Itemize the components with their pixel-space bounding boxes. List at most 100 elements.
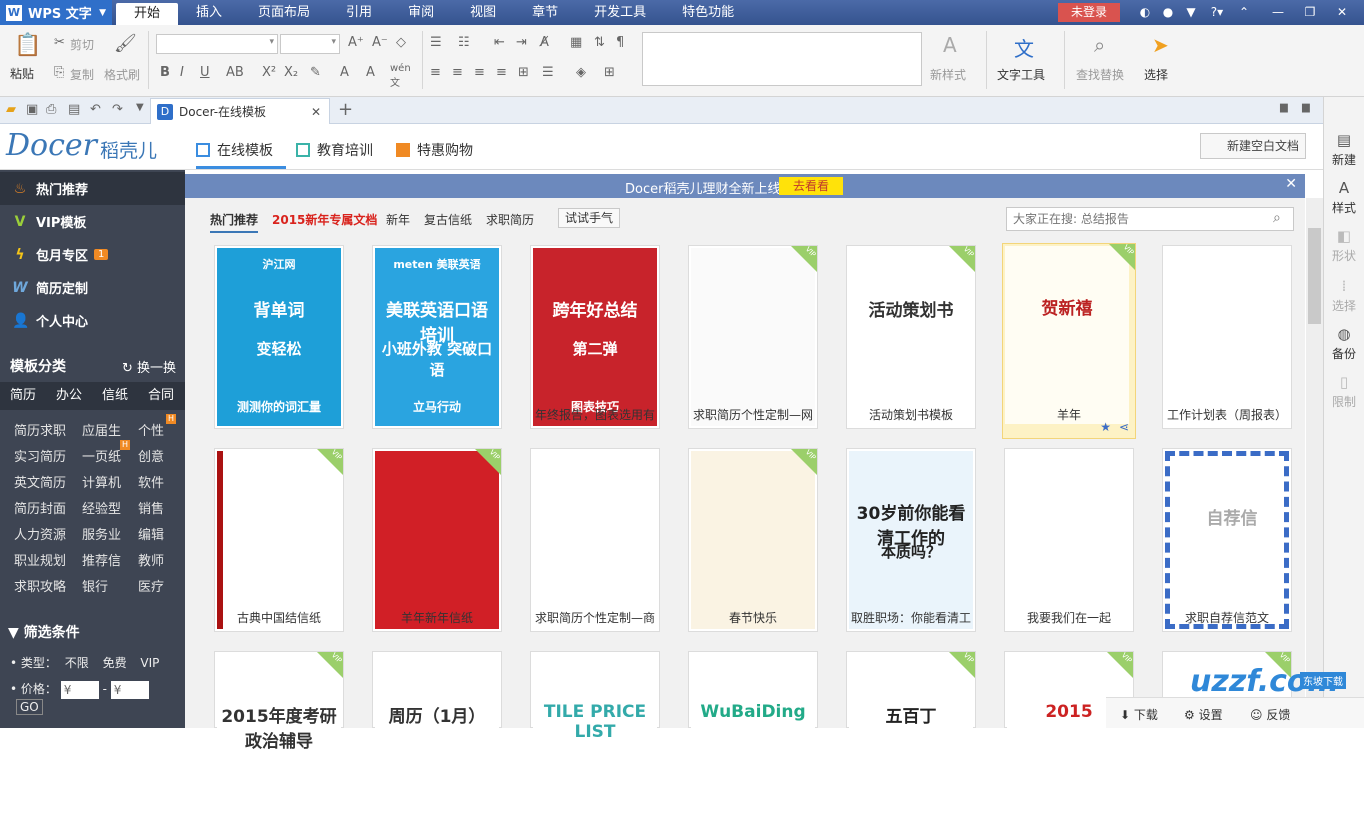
folder-icon[interactable]: ▰ (6, 102, 16, 117)
numbering-icon[interactable]: ☷ (458, 35, 470, 50)
filter-free[interactable]: 免费 (103, 656, 127, 670)
paste-icon[interactable]: 📋 (14, 33, 41, 58)
settings-button[interactable]: ⚙ 设置 (1184, 706, 1223, 723)
new-style-icon[interactable]: A (943, 33, 957, 57)
template-card[interactable]: VIP (688, 245, 818, 429)
close-icon[interactable]: ✕ (1285, 176, 1297, 192)
sub-category-item[interactable]: 人力资源 (14, 524, 66, 543)
sub-category-item[interactable]: 一页纸 (82, 446, 121, 465)
cat-tab-contract[interactable]: 合同 (138, 382, 184, 410)
align-left-icon[interactable]: ≡ (430, 65, 441, 80)
template-card[interactable]: 跨年好总结 第二弹 图表技巧 (530, 245, 660, 429)
sub-category-item[interactable]: 英文简历 (14, 472, 66, 491)
template-card[interactable]: 2015年度考研政治辅导 VIP (214, 651, 344, 832)
shrink-font-icon[interactable]: A⁻ (372, 35, 388, 50)
cat-tab-letter[interactable]: 信纸 (92, 382, 138, 410)
download-button[interactable]: ⬇ 下载 (1120, 706, 1158, 723)
sub-category-item[interactable]: 推荐信 (82, 550, 121, 569)
sub-category-item[interactable]: 求职攻略 (14, 576, 66, 595)
sub-category-item[interactable]: 软件 (138, 472, 164, 491)
template-card[interactable] (1162, 245, 1292, 429)
preview-icon[interactable]: ▤ (68, 102, 80, 117)
panel-backup[interactable]: ◍ 备份 (1324, 325, 1364, 362)
align-center-icon[interactable]: ≡ (452, 65, 463, 80)
hot-tab-recommended[interactable]: 热门推荐 (210, 211, 259, 233)
menu-tab-references[interactable]: 引用 (328, 0, 390, 25)
show-marks-icon[interactable]: ¶ (616, 35, 624, 50)
distribute-icon[interactable]: ⊞ (518, 65, 529, 80)
line-spacing-icon[interactable]: ☰ (542, 65, 554, 80)
filter-any[interactable]: 不限 (65, 656, 89, 670)
template-card[interactable]: 活动策划书 VIP (846, 245, 976, 429)
menu-tab-insert[interactable]: 插入 (178, 0, 240, 25)
tab-shopping[interactable]: 特惠购物 (396, 140, 473, 160)
binoculars-icon[interactable]: ⌕ (1094, 33, 1105, 57)
text-tools-button[interactable]: 文字工具 (997, 66, 1045, 83)
sub-category-item[interactable]: 个性 (138, 420, 164, 439)
cat-tab-office[interactable]: 办公 (46, 382, 92, 410)
search-input[interactable] (1006, 207, 1294, 231)
sub-category-item[interactable]: 经验型 (82, 498, 121, 517)
font-name-combo[interactable] (156, 34, 278, 54)
hot-tab-2015[interactable]: 2015新年专属文档 (272, 211, 377, 228)
sub-category-item[interactable]: 简历求职 (14, 420, 66, 439)
format-painter-button[interactable]: 格式刷 (104, 66, 140, 83)
sidebar-item-vip[interactable]: V VIP模板 (0, 205, 185, 238)
save-icon[interactable]: ▣ (26, 102, 38, 117)
tab-online-templates[interactable]: 在线模板 (196, 140, 273, 160)
decrease-indent-icon[interactable]: ⇤ (494, 35, 505, 50)
document-tab[interactable]: D Docer-在线模板 ✕ (150, 98, 330, 124)
menu-tab-view[interactable]: 视图 (452, 0, 514, 25)
sub-category-item[interactable]: 服务业 (82, 524, 121, 543)
menu-tab-developer[interactable]: 开发工具 (576, 0, 664, 25)
sub-category-item[interactable]: 编辑 (138, 524, 164, 543)
panel-style[interactable]: A 样式 (1324, 179, 1364, 216)
shirt-icon[interactable]: ▼ (1183, 4, 1199, 20)
redo-icon[interactable]: ↷ (112, 102, 123, 117)
copy-button[interactable]: 复制 (70, 66, 94, 83)
sidebar-item-hot[interactable]: ♨ 热门推荐 (0, 172, 185, 205)
collapse-ribbon-icon[interactable]: ⌃ (1236, 4, 1252, 20)
strikethrough-icon[interactable]: AB (226, 65, 244, 80)
help-icon[interactable]: ?▾ (1206, 4, 1228, 20)
copy-icon[interactable]: ⎘ (54, 65, 64, 80)
hot-tab-retro[interactable]: 复古信纸 (424, 211, 472, 228)
cat-tab-resume[interactable]: 简历 (0, 382, 46, 410)
brush-icon[interactable]: 🖌 (114, 33, 137, 54)
panel-select[interactable]: ⁞ 选择 (1324, 277, 1364, 314)
menu-tab-home[interactable]: 开始 (116, 3, 179, 25)
template-card[interactable]: 周历（1月） (372, 651, 502, 832)
sub-category-item[interactable]: 实习简历 (14, 446, 66, 465)
template-card[interactable]: 30岁前你能看清工作的 本质吗？ (846, 448, 976, 632)
border-icon[interactable]: ⊞ (604, 65, 615, 80)
hot-tab-resume[interactable]: 求职简历 (486, 211, 534, 228)
template-card[interactable]: TILE PRICE LIST (530, 651, 660, 832)
menu-tab-layout[interactable]: 页面布局 (240, 0, 328, 25)
template-caption[interactable]: 羊年新年信纸 (362, 609, 512, 626)
table-icon[interactable]: ▦ (570, 35, 582, 50)
find-replace-button[interactable]: 查找替换 (1076, 66, 1124, 83)
template-caption[interactable]: 求职简历个性定制—商 (520, 609, 670, 626)
bullets-icon[interactable]: ☰ (430, 35, 442, 50)
increase-indent-icon[interactable]: ⇥ (516, 35, 527, 50)
sort-icon[interactable]: ⇅ (594, 35, 605, 50)
template-card[interactable]: 五百丁 VIP (846, 651, 976, 832)
superscript-icon[interactable]: X² (262, 65, 276, 80)
sub-category-item[interactable]: 银行 (82, 576, 108, 595)
menu-tab-section[interactable]: 章节 (514, 0, 576, 25)
sub-category-item[interactable]: 应届生 (82, 420, 121, 439)
sidebar-item-resume[interactable]: W 简历定制 (0, 271, 185, 304)
new-tab-button[interactable]: + (338, 99, 353, 120)
phonetic-icon[interactable]: wén 文 (390, 63, 411, 89)
underline-icon[interactable]: U (200, 65, 210, 80)
char-shading-icon[interactable]: A (366, 65, 375, 80)
italic-icon[interactable]: I (180, 65, 184, 80)
template-caption[interactable]: 年终报告，图表选用有 (520, 406, 670, 423)
sidebar-item-personal[interactable]: 👤 个人中心 (0, 304, 185, 337)
bold-icon[interactable]: B (160, 65, 170, 80)
price-from-input[interactable]: ¥ (60, 680, 99, 699)
chevron-down-icon[interactable]: ▼ (136, 102, 144, 113)
panel-shape[interactable]: ◧ 形状 (1324, 227, 1364, 264)
template-card[interactable]: 沪江网 背单词 变轻松 测测你的词汇量 (214, 245, 344, 429)
sub-category-item[interactable]: 医疗 (138, 576, 164, 595)
